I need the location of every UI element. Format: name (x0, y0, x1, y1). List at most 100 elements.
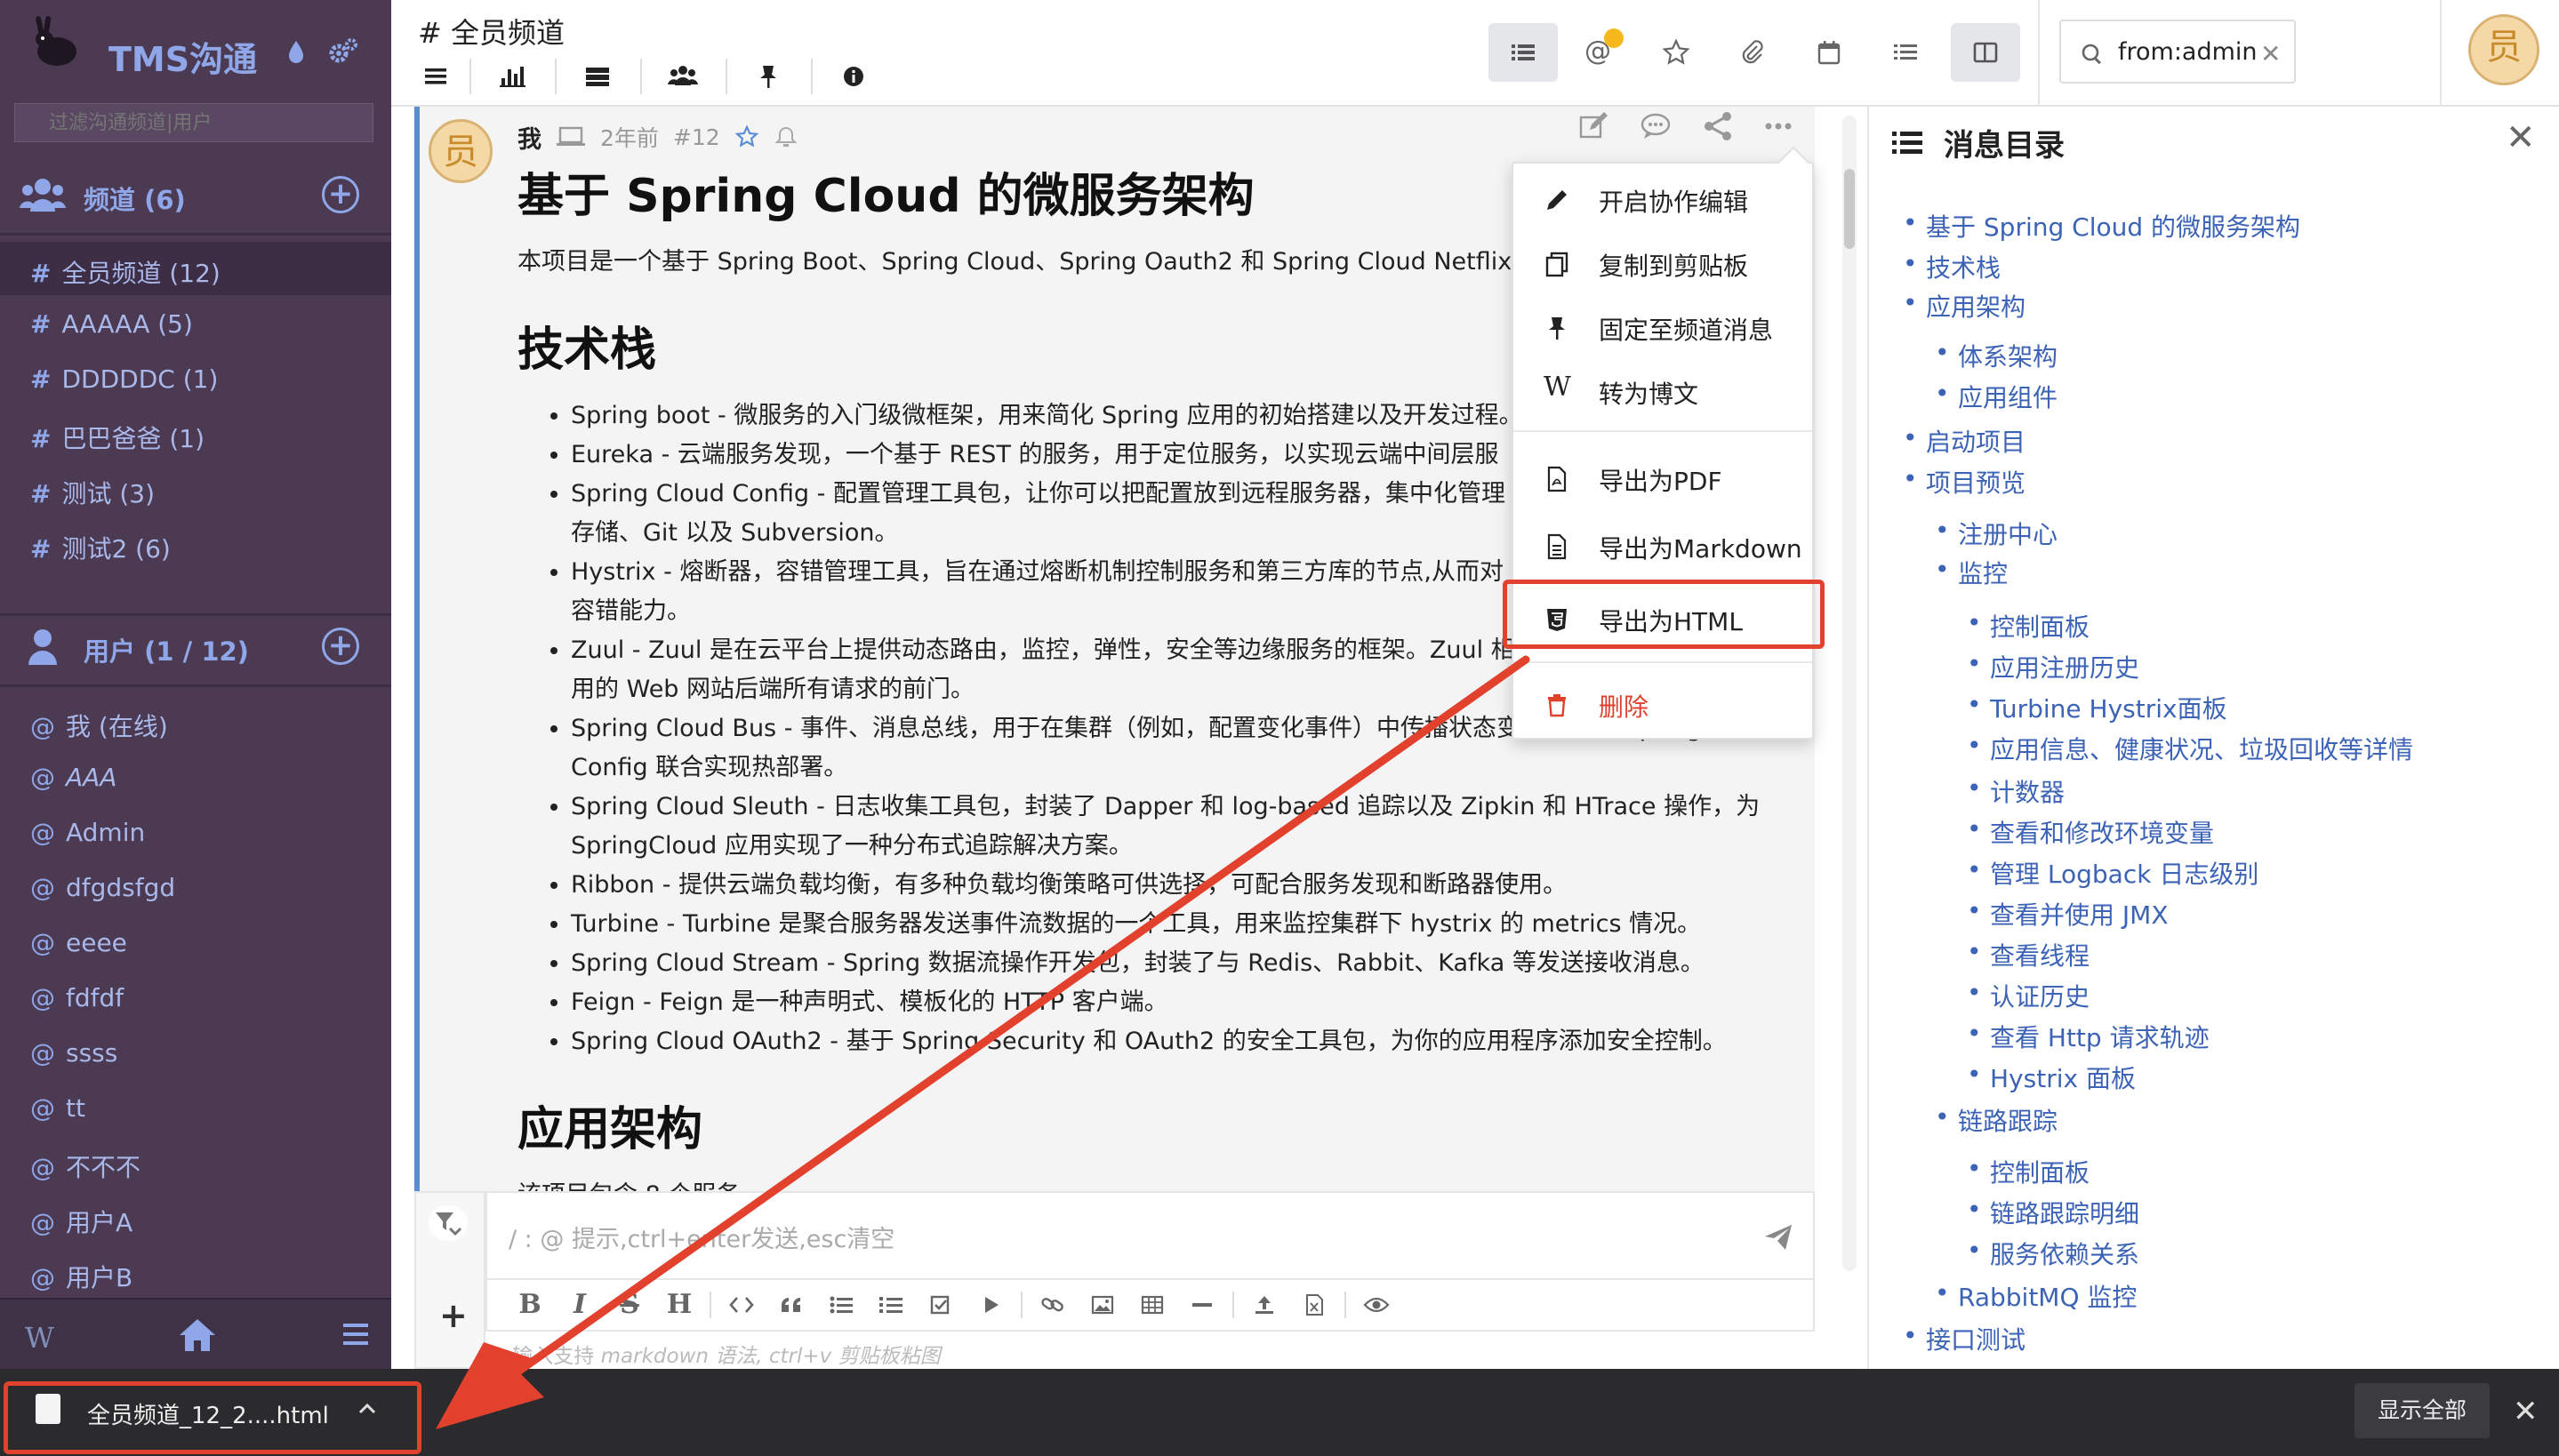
hamburger-menu-icon[interactable] (416, 57, 455, 96)
sidebar-channel-item[interactable]: # AAAAA (5) (0, 297, 391, 350)
numbered-list-button[interactable] (866, 1287, 916, 1323)
toc-panel-toggle-button[interactable] (1951, 23, 2020, 82)
toc-item[interactable]: • RabbitMQ 监控 (1935, 1278, 2137, 1314)
menu-item-export-pdf[interactable]: 导出为PDF (1513, 446, 1812, 508)
edit-icon[interactable] (1576, 108, 1611, 144)
sidebar-user-item[interactable]: @ eeee (0, 916, 391, 969)
menu-item-collab-edit[interactable]: 开启协作编辑 (1513, 167, 1812, 229)
checklist-button[interactable] (916, 1287, 966, 1323)
toc-item[interactable]: • 应用组件 (1935, 379, 2058, 414)
excel-button[interactable] (1289, 1287, 1339, 1323)
sidebar-user-item[interactable]: @ Admin (0, 805, 391, 859)
sidebar-user-item[interactable]: @ 用户A (0, 1191, 391, 1244)
more-icon[interactable] (1761, 108, 1796, 144)
toc-item[interactable]: • 查看和修改环境变量 (1967, 814, 2214, 850)
toc-item[interactable]: • 启动项目 (1903, 423, 2026, 459)
users-section-header[interactable]: 用户 (1 / 12) + (0, 615, 391, 677)
toc-item[interactable]: • 基于 Spring Cloud 的微服务架构 (1903, 208, 2300, 244)
toc-item[interactable]: • 查看 Http 请求轨迹 (1967, 1019, 2210, 1054)
bullet-list-button[interactable] (816, 1287, 866, 1323)
sidebar-user-item[interactable]: @ tt (0, 1081, 391, 1134)
toc-item[interactable]: • 计数器 (1967, 773, 2065, 809)
info-icon[interactable] (834, 57, 873, 96)
filter-toggle-icon[interactable] (429, 1205, 468, 1241)
sidebar-channel-item[interactable]: # 测试2 (6) (0, 517, 391, 571)
heading-button[interactable]: H (654, 1287, 704, 1323)
quote-button[interactable] (766, 1287, 816, 1323)
toc-item[interactable]: • 管理 Logback 日志级别 (1967, 855, 2258, 891)
toc-item[interactable]: • Hystrix 面板 (1967, 1060, 2136, 1095)
italic-button[interactable]: I (555, 1287, 605, 1323)
sidebar-user-item[interactable]: @ ssss (0, 1026, 391, 1079)
members-icon[interactable] (663, 57, 702, 96)
search-input[interactable] (2118, 34, 2260, 69)
add-user-button[interactable]: + (322, 628, 359, 665)
message-index[interactable]: #12 (673, 124, 720, 150)
toc-item[interactable]: • 控制面板 (1967, 608, 2090, 644)
toc-item[interactable]: • 技术栈 (1903, 249, 2001, 284)
horizontal-rule-button[interactable] (1177, 1287, 1227, 1323)
add-attachment-button[interactable]: + (439, 1296, 468, 1335)
menu-item-pin-channel[interactable]: 固定至频道消息 (1513, 295, 1812, 357)
play-button[interactable] (966, 1287, 1015, 1323)
show-all-downloads-button[interactable]: 显示全部 (2354, 1383, 2490, 1438)
bell-icon[interactable] (774, 124, 798, 149)
current-user-avatar[interactable]: 员 (2468, 14, 2539, 85)
sidebar-channel-item[interactable]: # DDDDDC (1) (0, 352, 391, 405)
list-view-button[interactable] (1488, 23, 1558, 82)
mentions-button[interactable]: @ (1565, 23, 1634, 82)
bar-chart-icon[interactable] (493, 57, 532, 96)
sidebar-user-item[interactable]: @ dfgdsfgd (0, 860, 391, 914)
comment-icon[interactable] (1638, 108, 1673, 144)
sidebar-channel-item[interactable]: # 巴巴爸爸 (1) (0, 407, 391, 460)
image-button[interactable] (1078, 1287, 1127, 1323)
toc-item[interactable]: • 链路跟踪明细 (1967, 1195, 2139, 1230)
sidebar-channel-item[interactable]: # 测试 (3) (0, 462, 391, 516)
toc-item[interactable]: • 应用信息、健康状况、垃圾回收等详情 (1967, 731, 2413, 766)
toc-item[interactable]: • 注册中心 (1935, 516, 2058, 551)
channel-filter-input[interactable] (14, 103, 373, 142)
add-channel-button[interactable]: + (322, 176, 359, 213)
menu-item-copy-clipboard[interactable]: 复制到剪贴板 (1513, 231, 1812, 293)
table-button[interactable] (1127, 1287, 1177, 1323)
toc-item[interactable]: • 查看线程 (1967, 937, 2090, 972)
tasks-button[interactable] (1871, 23, 1940, 82)
calendar-button[interactable] (1794, 23, 1864, 82)
message-search[interactable]: ✕ (2059, 20, 2296, 84)
favorites-button[interactable] (1641, 23, 1711, 82)
link-button[interactable] (1028, 1287, 1078, 1323)
menu-item-convert-blog[interactable]: W 转为博文 (1513, 359, 1812, 421)
author-avatar[interactable]: 员 (429, 119, 493, 183)
sidebar-user-item[interactable]: @ 不不不 (0, 1136, 391, 1189)
settings-gears-icon[interactable] (327, 36, 359, 68)
sidebar-user-item[interactable]: @ 我 (在线) (0, 695, 391, 748)
channels-section-header[interactable]: 频道 (6) + (0, 164, 391, 226)
bold-button[interactable]: B (505, 1287, 555, 1323)
home-icon[interactable] (178, 1317, 217, 1353)
server-list-icon[interactable] (578, 57, 617, 96)
toc-item[interactable]: • 监控 (1935, 555, 2008, 590)
close-toc-button[interactable]: ✕ (2506, 117, 2536, 158)
droplet-icon[interactable] (286, 39, 306, 64)
menu-item-delete[interactable]: 删除 (1513, 672, 1812, 734)
sidebar-user-item[interactable]: @ fdfdf (0, 971, 391, 1024)
message-scrollbar[interactable] (1842, 116, 1857, 1271)
pin-icon[interactable] (749, 57, 788, 96)
close-download-bar-button[interactable]: ✕ (2513, 1394, 2539, 1429)
toc-item[interactable]: • 服务依赖关系 (1967, 1236, 2139, 1271)
wiki-button[interactable]: W (25, 1321, 54, 1355)
send-icon[interactable] (1762, 1221, 1794, 1253)
toc-item[interactable]: • Turbine Hystrix面板 (1967, 690, 2227, 725)
menu-icon[interactable] (343, 1323, 368, 1346)
toc-item[interactable]: • 查看并使用 JMX (1967, 896, 2169, 932)
attachments-button[interactable] (1718, 23, 1787, 82)
toc-item[interactable]: • 应用架构 (1903, 288, 2026, 324)
sidebar-channel-item[interactable]: # 全员频道 (12) (0, 242, 391, 295)
upload-button[interactable] (1239, 1287, 1289, 1323)
star-icon[interactable] (734, 124, 759, 149)
sidebar-user-item[interactable]: @ 用户B (0, 1246, 391, 1300)
clear-search-button[interactable]: ✕ (2260, 39, 2281, 68)
share-icon[interactable] (1700, 108, 1736, 144)
menu-item-export-markdown[interactable]: 导出为Markdown (1513, 514, 1812, 576)
toc-item[interactable]: • 控制面板 (1967, 1154, 2090, 1189)
